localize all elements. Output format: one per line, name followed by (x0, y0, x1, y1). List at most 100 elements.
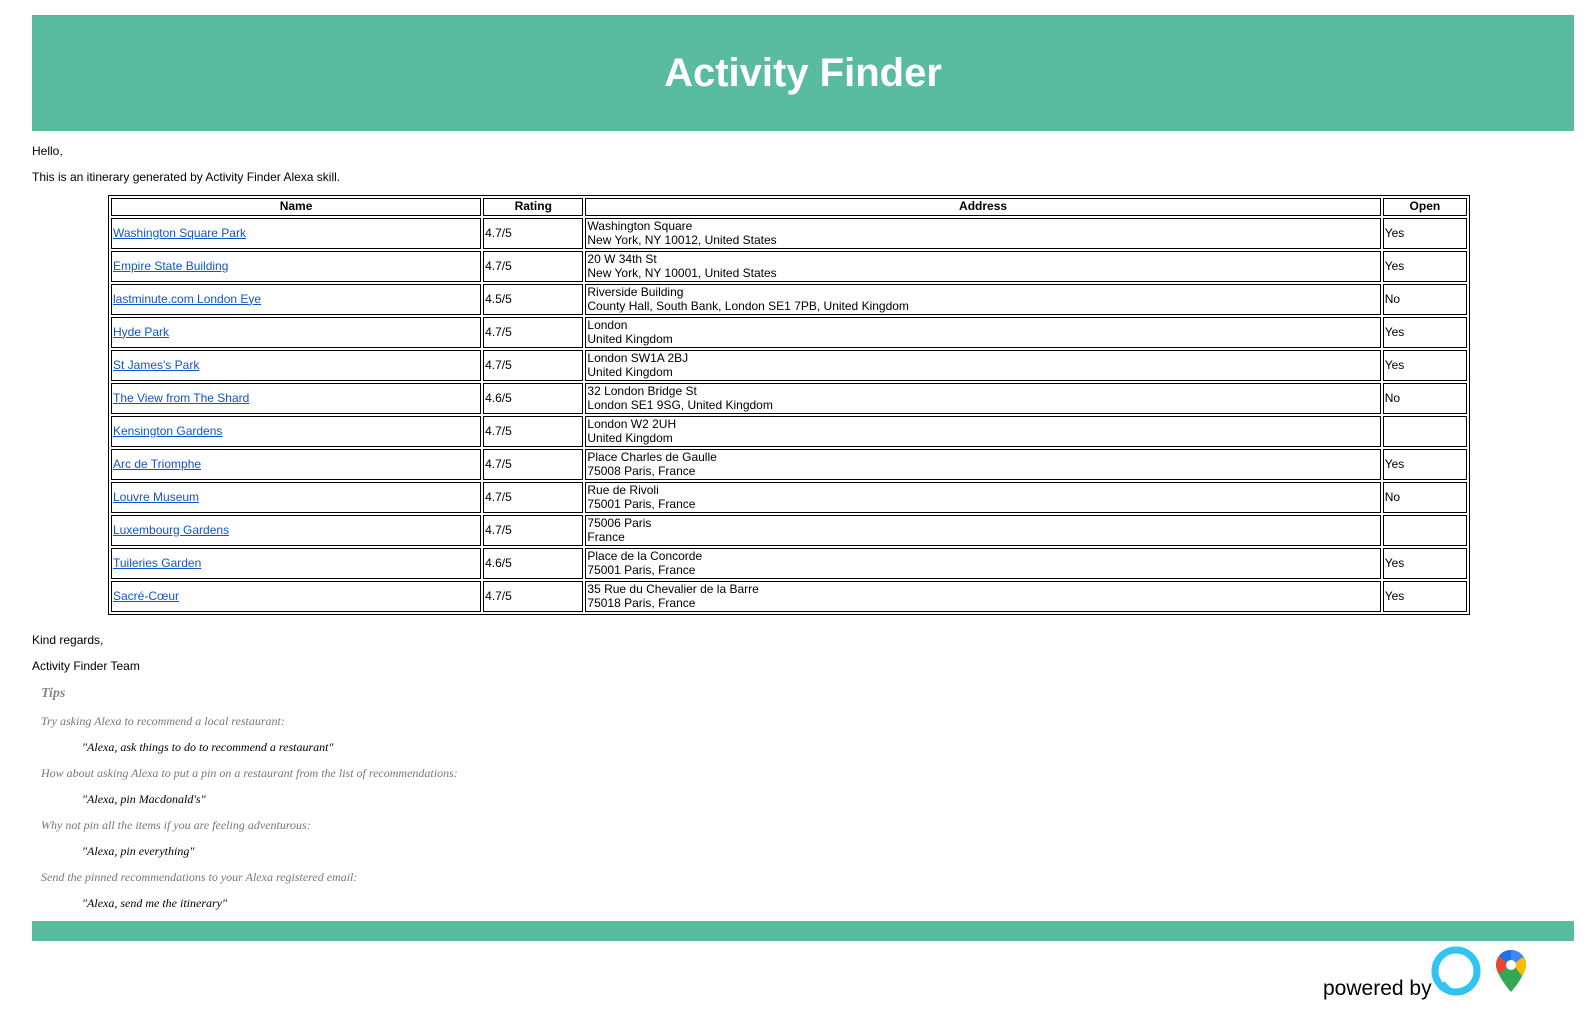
name-cell: Luxembourg Gardens (111, 515, 482, 546)
name-cell: Hyde Park (111, 317, 482, 348)
rating-cell: 4.6/5 (483, 548, 584, 579)
address-cell: 20 W 34th St New York, NY 10001, United S… (585, 251, 1381, 282)
tip-question: Why not pin all the items if you are fee… (41, 818, 311, 832)
open-cell: Yes (1382, 548, 1467, 579)
address-line-1: Place de la Concorde (587, 549, 703, 563)
tip-question: How about asking Alexa to put a pin on a… (41, 766, 458, 780)
name-cell: Louvre Museum (111, 482, 482, 513)
header-banner: Activity Finder (32, 15, 1574, 131)
address-line-2: United Kingdom (587, 331, 673, 346)
address-line-1: London SW1A 2BJ (587, 351, 689, 365)
name-cell: Empire State Building (111, 251, 482, 282)
tip-example: "Alexa, send me the itinerary" (82, 896, 228, 910)
open-cell (1382, 515, 1467, 546)
place-link[interactable]: Louvre Museum (113, 490, 199, 504)
place-link[interactable]: Tuileries Garden (113, 556, 201, 570)
name-cell: Sacré-Cœur (111, 581, 482, 612)
address-cell: London SW1A 2BJ United Kingdom (585, 350, 1381, 381)
address-cell: Place Charles de Gaulle 75008 Paris, Fran… (585, 449, 1381, 480)
google-maps-icon (1496, 950, 1526, 992)
rating-cell: 4.7/5 (483, 317, 584, 348)
place-link[interactable]: Sacré-Cœur (113, 589, 179, 603)
tips-title: Tips (41, 686, 66, 701)
address-cell: Rue de Rivoli 75001 Paris, France (585, 482, 1381, 513)
name-cell: Kensington Gardens (111, 416, 482, 447)
open-cell: Yes (1382, 251, 1467, 282)
place-link[interactable]: Empire State Building (113, 259, 228, 273)
place-link[interactable]: Luxembourg Gardens (113, 523, 229, 537)
address-line-1: 75006 Paris (587, 516, 652, 530)
address-line-2: 75018 Paris, France (587, 595, 696, 610)
powered-by-text: powered by (1323, 977, 1432, 1000)
name-cell: Arc de Triomphe (111, 449, 482, 480)
column-header-rating: Rating (483, 198, 584, 216)
address-line-2: United Kingdom (587, 430, 673, 445)
open-cell: Yes (1382, 581, 1467, 612)
address-line-2: New York, NY 10001, United States (587, 265, 777, 280)
place-link[interactable]: Kensington Gardens (113, 424, 222, 438)
table-row: lastminute.com London Eye 4.5/5 Riversid… (111, 284, 1467, 315)
rating-cell: 4.7/5 (483, 581, 584, 612)
tip-example: "Alexa, ask things to do to recommend a … (82, 740, 334, 754)
table-row: Hyde Park 4.7/5 London United Kingdom Yes (111, 317, 1467, 348)
address-line-2: 75008 Paris, France (587, 463, 696, 478)
address-line-1: 32 London Bridge St (587, 384, 697, 398)
address-line-1: Rue de Rivoli (587, 483, 659, 497)
open-cell (1382, 416, 1467, 447)
table-row: Empire State Building 4.7/5 20 W 34th St… (111, 251, 1467, 282)
tip-question: Try asking Alexa to recommend a local re… (41, 714, 285, 728)
name-cell: Washington Square Park (111, 218, 482, 249)
address-cell: Riverside Building County Hall, South Ban… (585, 284, 1381, 315)
open-cell: No (1382, 482, 1467, 513)
column-header-address: Address (585, 198, 1381, 216)
place-link[interactable]: Washington Square Park (113, 226, 246, 240)
address-cell: Place de la Concorde 75001 Paris, France (585, 548, 1381, 579)
address-line-1: Washington Square (587, 219, 693, 233)
closing-regards: Kind regards, (32, 633, 104, 647)
address-line-2: France (587, 529, 625, 544)
tip-example: "Alexa, pin everything" (82, 844, 195, 858)
address-line-2: United Kingdom (587, 364, 673, 379)
address-cell: 75006 Paris France (585, 515, 1381, 546)
tip-example: "Alexa, pin Macdonald's" (82, 792, 206, 806)
footer-banner (32, 921, 1574, 941)
table-row: Louvre Museum 4.7/5 Rue de Rivoli 75001 P… (111, 482, 1467, 513)
place-link[interactable]: Hyde Park (113, 325, 169, 339)
rating-cell: 4.7/5 (483, 218, 584, 249)
column-header-open: Open (1382, 198, 1467, 216)
rating-cell: 4.6/5 (483, 383, 584, 414)
address-cell: 32 London Bridge St London SE1 9SG, Unite… (585, 383, 1381, 414)
address-line-1: Riverside Building (587, 285, 684, 299)
rating-cell: 4.7/5 (483, 482, 584, 513)
name-cell: St James's Park (111, 350, 482, 381)
column-header-name: Name (111, 198, 482, 216)
address-line-2: 75001 Paris, France (587, 562, 696, 577)
name-cell: lastminute.com London Eye (111, 284, 482, 315)
closing-signature: Activity Finder Team (32, 659, 140, 673)
table-row: Arc de Triomphe 4.7/5 Place Charles de G… (111, 449, 1467, 480)
name-cell: The View from The Shard (111, 383, 482, 414)
open-cell: Yes (1382, 317, 1467, 348)
alexa-icon (1431, 946, 1481, 996)
place-link[interactable]: The View from The Shard (113, 391, 249, 405)
table-row: Washington Square Park 4.7/5 Washington … (111, 218, 1467, 249)
intro-text: This is an itinerary generated by Activi… (32, 170, 341, 184)
table-row: St James's Park 4.7/5 London SW1A 2BJ Uni… (111, 350, 1467, 381)
rating-cell: 4.7/5 (483, 251, 584, 282)
place-link[interactable]: Arc de Triomphe (113, 457, 201, 471)
rating-cell: 4.7/5 (483, 416, 584, 447)
rating-cell: 4.7/5 (483, 449, 584, 480)
table-row: Tuileries Garden 4.6/5 Place de la Conco… (111, 548, 1467, 579)
table-row: Kensington Gardens 4.7/5 London W2 2UH Un… (111, 416, 1467, 447)
tips-section: Tips Try asking Alexa to recommend a loc… (41, 685, 458, 922)
place-link[interactable]: St James's Park (113, 358, 199, 372)
address-line-2: New York, NY 10012, United States (587, 232, 777, 247)
place-link[interactable]: lastminute.com London Eye (113, 292, 261, 306)
open-cell: No (1382, 383, 1467, 414)
itinerary-table: Name Rating Address Open Washington Squa… (108, 195, 1470, 615)
address-cell: Washington Square New York, NY 10012, Uni… (585, 218, 1381, 249)
address-line-1: London (587, 318, 628, 332)
table-row: The View from The Shard 4.6/5 32 London … (111, 383, 1467, 414)
rating-cell: 4.5/5 (483, 284, 584, 315)
table-header-row: Name Rating Address Open (111, 198, 1467, 216)
